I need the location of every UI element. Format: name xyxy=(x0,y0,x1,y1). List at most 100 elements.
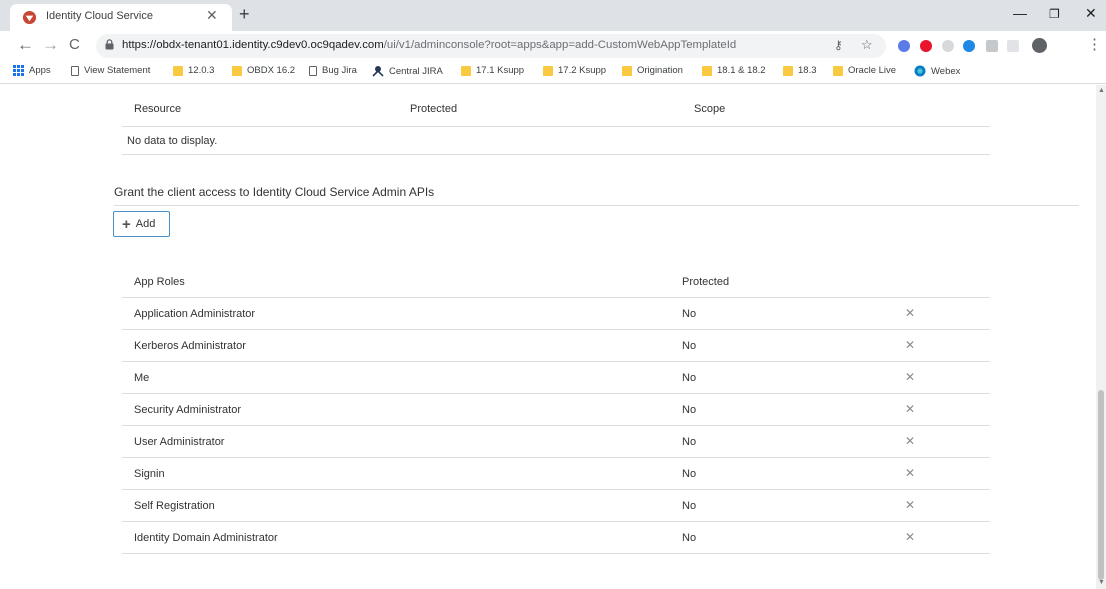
camera-extension-icon[interactable] xyxy=(986,40,998,52)
bookmark-webex[interactable]: Webex xyxy=(914,65,960,77)
extension-box-icon[interactable] xyxy=(1007,40,1019,52)
folder-icon xyxy=(622,65,632,76)
remove-role-icon[interactable]: ✕ xyxy=(905,466,915,480)
section-divider xyxy=(114,205,1079,206)
bookmark-bug-jira[interactable]: Bug Jira xyxy=(309,65,357,76)
column-header-app-roles: App Roles xyxy=(134,276,185,288)
table-row: User Administrator No ✕ xyxy=(122,426,990,458)
column-header-scope: Scope xyxy=(694,103,726,115)
folder-icon xyxy=(543,65,553,76)
extension-hex-icon[interactable] xyxy=(898,40,910,52)
role-name: Kerberos Administrator xyxy=(134,340,246,352)
bookmark-18-3[interactable]: 18.3 xyxy=(783,65,817,76)
folder-icon xyxy=(833,65,843,76)
oracle-favicon-icon xyxy=(22,10,37,25)
column-header-protected: Protected xyxy=(410,103,458,115)
add-button[interactable]: + Add xyxy=(113,211,170,237)
scrollbar-thumb[interactable] xyxy=(1098,390,1104,580)
bookmark-apps[interactable]: Apps xyxy=(13,65,51,76)
table-row: Self Registration No ✕ xyxy=(122,490,990,522)
column-header-protected: Protected xyxy=(682,276,730,288)
table-divider xyxy=(122,154,990,155)
table-row: Security Administrator No ✕ xyxy=(122,394,990,426)
close-window-icon[interactable]: ✕ xyxy=(1085,5,1097,22)
role-protected: No xyxy=(682,308,697,320)
bookmark-12-0-3[interactable]: 12.0.3 xyxy=(173,65,214,76)
column-header-resource: Resource xyxy=(134,103,182,115)
page-icon xyxy=(309,65,317,76)
scroll-down-icon[interactable]: ▼ xyxy=(1098,579,1105,586)
role-protected: No xyxy=(682,500,697,512)
browser-tab[interactable]: Identity Cloud Service ✕ xyxy=(10,4,232,31)
bookmark-obdx-16-2[interactable]: OBDX 16.2 xyxy=(232,65,295,76)
role-protected: No xyxy=(682,436,697,448)
table-row: Application Administrator No ✕ xyxy=(122,298,990,330)
role-name: Self Registration xyxy=(134,500,215,512)
folder-icon xyxy=(783,65,793,76)
extension-blue-icon[interactable] xyxy=(963,40,975,52)
page-scrollbar[interactable]: ▲ ▼ xyxy=(1096,85,1106,589)
lock-icon xyxy=(105,39,114,50)
page-content: Resource Protected Scope No data to disp… xyxy=(0,85,1096,589)
url-text: https://obdx-tenant01.identity.c9dev0.oc… xyxy=(122,39,737,51)
role-name: Security Administrator xyxy=(134,404,241,416)
remove-role-icon[interactable]: ✕ xyxy=(905,498,915,512)
folder-icon xyxy=(461,65,471,76)
apps-grid-icon xyxy=(13,65,24,76)
reload-icon[interactable]: C xyxy=(69,36,80,53)
folder-icon xyxy=(232,65,242,76)
table-row: Signin No ✕ xyxy=(122,458,990,490)
bookmark-17-2-ksupp[interactable]: 17.2 Ksupp xyxy=(543,65,606,76)
minimize-icon[interactable]: — xyxy=(1013,5,1027,21)
table-row: Kerberos Administrator No ✕ xyxy=(122,330,990,362)
restore-icon[interactable]: ❐ xyxy=(1049,7,1060,21)
address-bar[interactable]: https://obdx-tenant01.identity.c9dev0.oc… xyxy=(96,34,886,58)
bookmark-oracle-live[interactable]: Oracle Live xyxy=(833,65,896,76)
table-row: Me No ✕ xyxy=(122,362,990,394)
table-divider xyxy=(122,126,990,127)
profile-avatar-icon[interactable] xyxy=(1032,38,1047,53)
bookmark-17-1-ksupp[interactable]: 17.1 Ksupp xyxy=(461,65,524,76)
bookmark-central-jira[interactable]: Central JIRA xyxy=(372,65,443,77)
extension-grey-icon[interactable] xyxy=(942,40,954,52)
role-name: Me xyxy=(134,372,150,384)
remove-role-icon[interactable]: ✕ xyxy=(905,530,915,544)
jira-icon xyxy=(372,66,384,77)
new-tab-icon[interactable]: + xyxy=(239,4,250,25)
role-name: Application Administrator xyxy=(134,308,256,320)
role-name: Identity Domain Administrator xyxy=(134,532,278,544)
browser-menu-icon[interactable]: ⋮ xyxy=(1087,35,1102,53)
grant-section-title: Grant the client access to Identity Clou… xyxy=(114,185,435,199)
remove-role-icon[interactable]: ✕ xyxy=(905,402,915,416)
role-protected: No xyxy=(682,404,697,416)
key-icon[interactable]: ⚷ xyxy=(834,38,843,52)
role-protected: No xyxy=(682,340,697,352)
remove-role-icon[interactable]: ✕ xyxy=(905,306,915,320)
bookmark-view-statement[interactable]: View Statement xyxy=(71,65,150,76)
scroll-up-icon[interactable]: ▲ xyxy=(1098,87,1105,94)
remove-role-icon[interactable]: ✕ xyxy=(905,338,915,352)
tab-strip: Identity Cloud Service ✕ + — ❐ ✕ xyxy=(0,0,1106,31)
plus-icon: + xyxy=(122,215,131,233)
bookmark-origination[interactable]: Origination xyxy=(622,65,683,76)
table-row: Identity Domain Administrator No ✕ xyxy=(122,522,990,554)
folder-icon xyxy=(702,65,712,76)
bookmark-18-1-18-2[interactable]: 18.1 & 18.2 xyxy=(702,65,766,76)
webex-icon xyxy=(914,65,926,77)
forward-icon[interactable]: → xyxy=(42,35,59,55)
empty-table-message: No data to display. xyxy=(127,135,218,147)
remove-role-icon[interactable]: ✕ xyxy=(905,370,915,384)
folder-icon xyxy=(173,65,183,76)
role-name: User Administrator xyxy=(134,436,225,448)
page-icon xyxy=(71,65,79,76)
browser-toolbar: ← → C https://obdx-tenant01.identity.c9d… xyxy=(0,31,1106,61)
add-button-label: Add xyxy=(135,218,156,230)
role-protected: No xyxy=(682,468,697,480)
opera-extension-icon[interactable] xyxy=(920,40,932,52)
role-protected: No xyxy=(682,372,697,384)
remove-role-icon[interactable]: ✕ xyxy=(905,434,915,448)
tab-close-icon[interactable]: ✕ xyxy=(206,7,218,24)
tab-title: Identity Cloud Service xyxy=(46,10,153,22)
back-icon[interactable]: ← xyxy=(17,35,34,55)
bookmark-star-icon[interactable]: ☆ xyxy=(861,37,873,53)
